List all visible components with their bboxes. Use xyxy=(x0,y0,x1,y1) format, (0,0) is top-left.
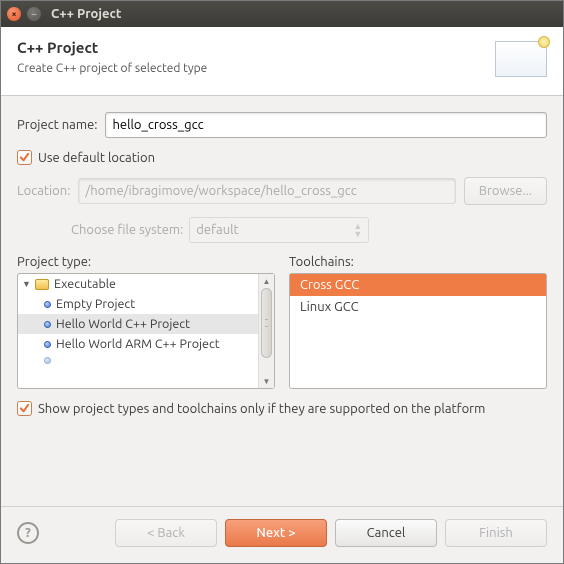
bullet-icon xyxy=(44,357,51,364)
page-subtitle: Create C++ project of selected type xyxy=(17,62,495,75)
dialog-body: Project name: Use default location Locat… xyxy=(1,96,563,506)
chevron-down-icon: ▼ xyxy=(22,279,30,289)
location-label: Location: xyxy=(17,184,70,198)
toolchain-cross-gcc[interactable]: Cross GCC xyxy=(290,274,546,296)
dialog-footer: ? < Back Next > Cancel Finish xyxy=(1,506,563,563)
browse-button: Browse... xyxy=(464,177,547,205)
tree-root-executable[interactable]: ▼ Executable xyxy=(18,274,258,294)
location-row: Location: Browse... xyxy=(17,177,547,205)
tree-item-hello-arm[interactable]: Hello World ARM C++ Project xyxy=(18,334,258,354)
use-default-location-checkbox[interactable]: Use default location xyxy=(17,150,547,165)
project-name-label: Project name: xyxy=(17,118,97,132)
help-icon[interactable]: ? xyxy=(17,522,39,544)
filesystem-select: default ▲▼ xyxy=(189,217,369,243)
toolchain-linux-gcc[interactable]: Linux GCC xyxy=(290,296,546,318)
window-title: C++ Project xyxy=(51,7,121,21)
filesystem-value: default xyxy=(196,223,238,237)
header-banner: C++ Project Create C++ project of select… xyxy=(1,27,563,96)
window-controls: × – xyxy=(7,7,41,21)
tree-label: Empty Project xyxy=(56,297,135,311)
filesystem-row: Choose file system: default ▲▼ xyxy=(71,217,547,243)
dialog-window: × – C++ Project C++ Project Create C++ p… xyxy=(0,0,564,564)
project-type-column: Project type: ▼ Executable Empty Project xyxy=(17,255,275,389)
bullet-icon xyxy=(44,341,51,348)
toolchains-column: Toolchains: Cross GCC Linux GCC xyxy=(289,255,547,389)
minimize-icon[interactable]: – xyxy=(27,7,41,21)
location-input xyxy=(78,178,455,204)
bullet-icon xyxy=(44,301,51,308)
cancel-button[interactable]: Cancel xyxy=(335,519,437,547)
project-name-row: Project name: xyxy=(17,112,547,138)
scroll-down-icon[interactable]: ▼ xyxy=(259,374,274,388)
toolchains-listbox[interactable]: Cross GCC Linux GCC xyxy=(289,273,547,389)
scroll-up-icon[interactable]: ▲ xyxy=(259,274,274,288)
folder-icon xyxy=(35,279,49,290)
finish-button: Finish xyxy=(445,519,547,547)
filesystem-label: Choose file system: xyxy=(71,223,183,237)
scroll-thumb[interactable] xyxy=(261,288,272,358)
project-type-listbox[interactable]: ▼ Executable Empty Project Hello World C… xyxy=(17,273,275,389)
use-default-location-label: Use default location xyxy=(38,151,155,165)
scroll-track[interactable] xyxy=(259,288,274,374)
page-title: C++ Project xyxy=(17,39,495,56)
tree-label: Hello World ARM C++ Project xyxy=(56,337,220,351)
checkbox-icon xyxy=(17,401,32,416)
titlebar: × – C++ Project xyxy=(1,1,563,27)
tree-item-empty[interactable]: Empty Project xyxy=(18,294,258,314)
bullet-icon xyxy=(44,321,51,328)
tree-item-cropped[interactable] xyxy=(18,354,258,367)
show-supported-checkbox[interactable]: Show project types and toolchains only i… xyxy=(17,401,547,416)
lists-row: Project type: ▼ Executable Empty Project xyxy=(17,255,547,389)
project-type-label: Project type: xyxy=(17,255,275,269)
close-icon[interactable]: × xyxy=(7,7,21,21)
next-button[interactable]: Next > xyxy=(225,519,327,547)
show-supported-label: Show project types and toolchains only i… xyxy=(38,402,485,416)
checkbox-icon xyxy=(17,150,32,165)
tree-item-hello-world[interactable]: Hello World C++ Project xyxy=(18,314,258,334)
tree-label: Hello World C++ Project xyxy=(56,317,190,331)
tree-label: Executable xyxy=(54,277,116,291)
toolchains-label: Toolchains: xyxy=(289,255,547,269)
scrollbar[interactable]: ▲ ▼ xyxy=(258,274,274,388)
project-name-input[interactable] xyxy=(105,112,547,138)
back-button: < Back xyxy=(115,519,217,547)
wizard-icon xyxy=(495,41,547,77)
dropdown-icon: ▲▼ xyxy=(353,223,362,238)
